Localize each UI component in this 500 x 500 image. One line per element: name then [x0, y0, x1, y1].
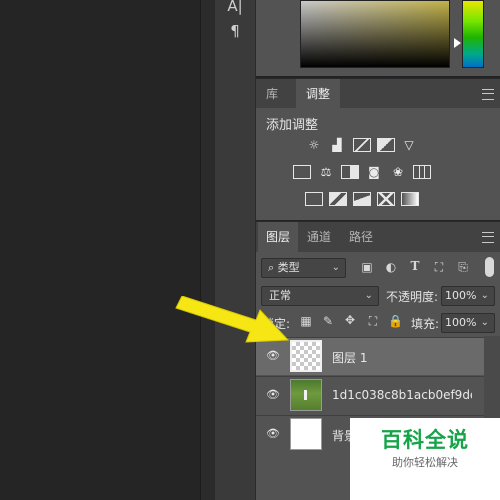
- color-saturation-field[interactable]: [300, 0, 450, 68]
- exposure-icon[interactable]: [377, 138, 395, 152]
- posterize-icon[interactable]: [329, 192, 347, 206]
- lock-artboard-icon[interactable]: ⛶: [366, 314, 380, 329]
- color-lookup-icon[interactable]: [413, 165, 431, 179]
- curves-icon[interactable]: [353, 138, 371, 152]
- invert-icon[interactable]: [305, 192, 323, 206]
- hue-slider-marker[interactable]: [454, 38, 461, 48]
- channel-mixer-icon[interactable]: ❀: [389, 165, 407, 179]
- layer-filter-label: 类型: [277, 261, 300, 274]
- lock-image-pixels-icon[interactable]: ✎: [321, 314, 335, 328]
- paragraph-panel-icon[interactable]: ¶: [222, 22, 248, 40]
- annotation-arrow: [175, 296, 290, 343]
- tab-adjustments[interactable]: 调整: [296, 79, 340, 109]
- search-icon: ⌕: [268, 261, 275, 274]
- visibility-eye-icon[interactable]: 👁: [264, 388, 282, 401]
- character-panel-icon[interactable]: A|: [222, 0, 248, 15]
- document-canvas-area[interactable]: [0, 0, 200, 500]
- selective-color-icon[interactable]: [377, 192, 395, 206]
- lock-all-icon[interactable]: 🔒: [388, 314, 403, 328]
- vibrance-icon[interactable]: ▽: [400, 138, 418, 152]
- color-balance-icon[interactable]: ⚖: [317, 165, 335, 179]
- collapsed-panel-dock: [214, 0, 256, 500]
- chevron-down-icon: ⌄: [480, 317, 489, 328]
- panel-menu-icon[interactable]: [482, 89, 494, 100]
- tab-libraries[interactable]: 库: [256, 79, 288, 109]
- chevron-down-icon: ⌄: [480, 290, 489, 301]
- adjustments-tab-bar: [256, 78, 500, 110]
- levels-icon[interactable]: ▟: [328, 138, 346, 152]
- visibility-eye-icon[interactable]: 👁: [264, 427, 282, 440]
- brightness-contrast-icon[interactable]: ☼: [305, 138, 323, 152]
- filter-shape-icon[interactable]: ⛶: [432, 260, 446, 275]
- layers-panel-menu-icon[interactable]: [482, 232, 494, 243]
- layer-filter-select[interactable]: ⌕ 类型 ⌄: [261, 258, 346, 278]
- layer-name[interactable]: 图层 1: [332, 349, 472, 366]
- filter-smart-object-icon[interactable]: ⎘: [456, 260, 470, 275]
- filter-adjustment-icon[interactable]: ◐: [384, 260, 398, 274]
- watermark-subtitle: 助你轻松解决: [392, 456, 458, 469]
- layer-name[interactable]: 1d1c038c8b1acb0ef9de6...: [332, 388, 472, 402]
- panel-gutter: [200, 0, 215, 500]
- photo-filter-icon[interactable]: ◙: [365, 165, 383, 179]
- tab-channels[interactable]: 通道: [300, 222, 338, 252]
- lock-position-icon[interactable]: ✥: [343, 313, 357, 327]
- gradient-map-icon[interactable]: [401, 192, 419, 206]
- chevron-down-icon: ⌄: [331, 262, 340, 273]
- filter-toggle-switch[interactable]: [485, 257, 494, 277]
- filter-pixel-icon[interactable]: ▣: [360, 260, 374, 274]
- opacity-label: 不透明度:: [386, 290, 439, 304]
- adjustments-title: 添加调整: [266, 118, 319, 133]
- watermark-logo-text: 百科全说: [381, 428, 469, 452]
- fill-value: 100%: [445, 316, 477, 329]
- black-white-icon[interactable]: [341, 165, 359, 179]
- tab-layers[interactable]: 图层: [258, 222, 298, 252]
- threshold-icon[interactable]: [353, 192, 371, 206]
- opacity-value: 100%: [445, 289, 477, 302]
- opacity-input[interactable]: 100% ⌄: [441, 286, 495, 306]
- filter-type-icon[interactable]: T: [408, 259, 422, 273]
- fill-input[interactable]: 100% ⌄: [441, 313, 495, 333]
- layer-thumbnail-photo: [290, 379, 322, 411]
- hue-slider[interactable]: [462, 0, 484, 68]
- fill-label: 填充:: [411, 317, 440, 331]
- tab-paths[interactable]: 路径: [342, 222, 380, 252]
- layer-thumbnail-white: [290, 418, 322, 450]
- lock-transparent-pixels-icon[interactable]: ▦: [299, 314, 313, 328]
- chevron-down-icon: ⌄: [364, 290, 373, 301]
- hue-saturation-icon[interactable]: [293, 165, 311, 179]
